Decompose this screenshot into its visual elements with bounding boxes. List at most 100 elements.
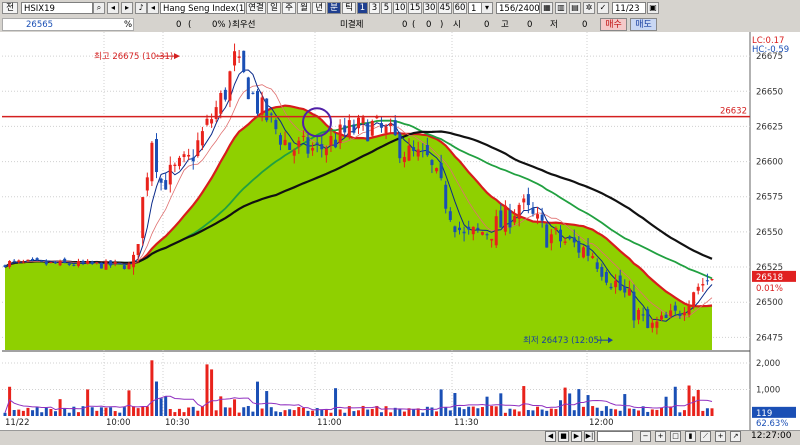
arrow-icon[interactable]: ◂ <box>147 2 159 14</box>
bars-icon[interactable]: ▮ <box>685 431 696 442</box>
candle-body <box>476 227 480 230</box>
volume-bar <box>705 408 709 416</box>
candle-body <box>329 136 333 146</box>
volume-bar <box>549 408 553 416</box>
candle-body <box>669 310 673 317</box>
interval-5[interactable]: 5 <box>381 2 392 14</box>
volume-bar <box>471 406 475 416</box>
interval-30[interactable]: 30 <box>423 2 437 14</box>
candle-body <box>389 123 393 127</box>
fit-icon[interactable]: □ <box>670 431 681 442</box>
volume-bar <box>99 407 103 416</box>
candle-body <box>292 150 296 156</box>
price-cell <box>2 18 134 31</box>
volume-bar <box>21 410 25 416</box>
period-minute[interactable]: 분 <box>327 2 341 14</box>
interval-45[interactable]: 45 <box>438 2 452 14</box>
candle-body <box>260 97 264 115</box>
candle-body <box>242 50 246 73</box>
volume-bar <box>324 409 328 416</box>
period-year[interactable]: 년 <box>312 2 326 14</box>
line-icon[interactable]: ⟋ <box>700 431 711 442</box>
volume-bar <box>389 412 393 416</box>
chart-icon[interactable]: ▥ <box>555 2 567 14</box>
low-note: 최저 26473 (12:05) <box>523 335 602 346</box>
volume-bar <box>485 396 489 416</box>
chevron-down-icon[interactable]: ▾ <box>481 2 493 14</box>
candle-body <box>696 286 700 291</box>
volume-bar <box>503 412 507 416</box>
interval-15[interactable]: 15 <box>408 2 422 14</box>
volume-bar <box>122 407 126 416</box>
gear-icon[interactable]: ✲ <box>583 2 595 14</box>
speaker-icon[interactable]: ♪ <box>135 2 147 14</box>
interval-60[interactable]: 60 <box>453 2 467 14</box>
prev-icon[interactable]: ◂ <box>107 2 119 14</box>
candle-body <box>623 286 627 293</box>
period-month[interactable]: 월 <box>297 2 311 14</box>
period-week[interactable]: 주 <box>282 2 296 14</box>
interval-3[interactable]: 3 <box>369 2 380 14</box>
volume-bar <box>595 407 599 416</box>
zoom-out-icon[interactable]: − <box>640 431 651 442</box>
volume-bar <box>412 408 416 416</box>
calendar-icon[interactable]: ▣ <box>647 2 659 14</box>
volume-bar <box>311 410 315 416</box>
volume-bar <box>256 381 259 416</box>
count-field[interactable]: 156/2400 <box>496 2 540 14</box>
volume-bar <box>200 406 204 416</box>
candle-body <box>439 162 443 179</box>
volume-bar <box>260 408 264 416</box>
candle-body <box>288 142 292 150</box>
candle-body <box>334 139 338 148</box>
candle-body <box>650 322 654 328</box>
candle-body <box>526 194 530 206</box>
volume-bar <box>109 407 113 416</box>
period-link[interactable]: 연결 <box>246 2 266 14</box>
sell-button[interactable]: 매도 <box>630 18 657 31</box>
next-icon[interactable]: ▸ <box>121 2 133 14</box>
volume-bar <box>168 409 172 416</box>
volume-bar <box>297 407 301 416</box>
kind-button[interactable]: 전 <box>2 2 18 14</box>
volume-bar <box>650 409 654 416</box>
low-value: 0 <box>582 20 588 30</box>
period-tick[interactable]: 틱 <box>342 2 356 14</box>
zoom-in-icon[interactable]: + <box>655 431 666 442</box>
scroll-right-icon[interactable]: ▶ <box>571 431 582 442</box>
candle-body <box>701 284 705 286</box>
volume-bar <box>517 411 521 416</box>
name-field[interactable]: Hang Seng Index(19.11) <box>160 2 245 14</box>
open-label: 시 <box>453 20 461 30</box>
scroll-track[interactable] <box>597 431 633 442</box>
save-icon[interactable]: ▤ <box>569 2 581 14</box>
date-field[interactable]: 11/23 <box>612 2 646 14</box>
volume-bar <box>320 409 324 416</box>
candle-body <box>306 137 310 154</box>
volume-bar <box>600 410 604 416</box>
cross-icon[interactable]: + <box>715 431 726 442</box>
arrow-icon[interactable]: ↗ <box>730 431 741 442</box>
grid-icon[interactable]: ▦ <box>541 2 553 14</box>
check-icon[interactable]: ✓ <box>597 2 609 14</box>
volume-bar <box>104 407 108 416</box>
candle-body <box>407 145 411 161</box>
volume-bar <box>274 411 278 416</box>
candle-body <box>384 126 388 133</box>
scroll-left-icon[interactable]: ◀ <box>545 431 556 442</box>
candle-body <box>338 124 342 144</box>
volume-bar <box>480 407 484 416</box>
stop-icon[interactable]: ■ <box>558 431 569 442</box>
interval-10[interactable]: 10 <box>393 2 407 14</box>
candle-body <box>430 160 434 166</box>
candle-body <box>435 168 439 172</box>
price-chart[interactable]: 26632최고 26675 (10:31)최저 26473 (12:05) 264… <box>0 32 800 444</box>
interval-1[interactable]: 1 <box>357 2 368 14</box>
search-icon[interactable]: ⌕ <box>93 2 105 14</box>
period-day[interactable]: 일 <box>267 2 281 14</box>
buy-button[interactable]: 매수 <box>600 18 627 31</box>
symbol-field[interactable]: HSIX19 <box>21 2 93 14</box>
candle-body <box>357 117 360 129</box>
volume-bar <box>86 389 90 416</box>
scroll-end-icon[interactable]: ▶| <box>584 431 595 442</box>
